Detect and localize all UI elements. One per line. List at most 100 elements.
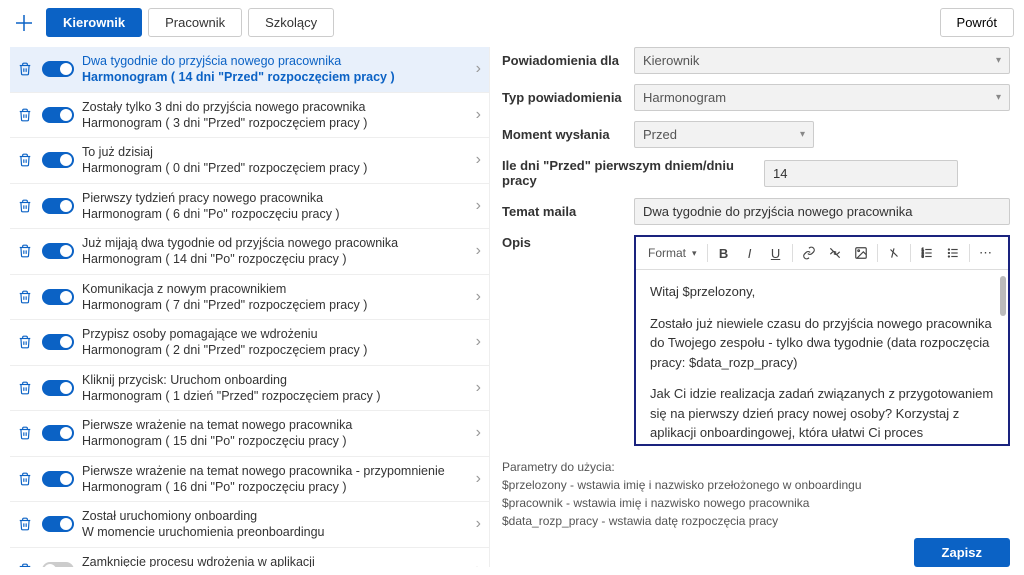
trash-icon[interactable]: [18, 290, 34, 304]
more-icon[interactable]: ⋯: [974, 241, 998, 265]
trash-icon[interactable]: [18, 335, 34, 349]
chevron-right-icon: ›: [476, 151, 481, 169]
enable-toggle[interactable]: [42, 562, 74, 567]
add-button[interactable]: [10, 9, 38, 37]
enable-toggle[interactable]: [42, 289, 74, 305]
notification-title: Już mijają dwa tygodnie od przyjścia now…: [82, 235, 468, 251]
save-button[interactable]: Zapisz: [914, 538, 1010, 567]
enable-toggle[interactable]: [42, 152, 74, 168]
image-icon[interactable]: [849, 241, 873, 265]
type-label: Typ powiadomienia: [502, 90, 622, 105]
notification-text: To już dzisiajHarmonogram ( 0 dni "Przed…: [82, 144, 468, 177]
italic-button[interactable]: I: [738, 241, 762, 265]
trash-icon[interactable]: [18, 199, 34, 213]
editor-toolbar: Format ▾ B I U: [636, 237, 1008, 270]
trash-icon[interactable]: [18, 517, 34, 531]
recipient-label: Powiadomienia dla: [502, 53, 622, 68]
notification-row[interactable]: Zamknięcie procesu wdrożenia w aplikacji…: [10, 548, 489, 568]
chevron-down-icon: ▾: [996, 55, 1001, 66]
trash-icon[interactable]: [18, 563, 34, 567]
list-ordered-icon[interactable]: 123: [915, 241, 939, 265]
notification-row[interactable]: Już mijają dwa tygodnie od przyjścia now…: [10, 229, 489, 275]
moment-label: Moment wysłania: [502, 127, 622, 142]
tab-kierownik[interactable]: Kierownik: [46, 8, 142, 37]
notification-title: Został uruchomiony onboarding: [82, 508, 468, 524]
enable-toggle[interactable]: [42, 471, 74, 487]
trash-icon[interactable]: [18, 426, 34, 440]
notification-subtitle: Harmonogram ( 3 dni "Przed" rozpoczęciem…: [82, 115, 468, 131]
chevron-right-icon: ›: [476, 561, 481, 567]
format-select[interactable]: Format ▾: [642, 244, 703, 262]
bold-button[interactable]: B: [712, 241, 736, 265]
notification-list: Dwa tygodnie do przyjścia nowego pracown…: [10, 47, 490, 567]
editor-paragraph: Jak Ci idzie realizacja zadań związanych…: [650, 384, 994, 444]
notification-row[interactable]: Pierwsze wrażenie na temat nowego pracow…: [10, 411, 489, 457]
notification-title: Pierwszy tydzień pracy nowego pracownika: [82, 190, 468, 206]
notification-subtitle: Harmonogram ( 14 dni "Przed" rozpoczęcie…: [82, 69, 468, 85]
notification-row[interactable]: Pierwsze wrażenie na temat nowego pracow…: [10, 457, 489, 503]
recipient-select[interactable]: Kierownik ▾: [634, 47, 1010, 74]
trash-icon[interactable]: [18, 381, 34, 395]
topbar: KierownikPracownikSzkolący Powrót: [10, 8, 1014, 37]
notification-text: Pierwsze wrażenie na temat nowego pracow…: [82, 463, 468, 496]
list-bullet-icon[interactable]: [941, 241, 965, 265]
moment-select[interactable]: Przed ▾: [634, 121, 814, 148]
unlink-icon[interactable]: [823, 241, 847, 265]
notification-row[interactable]: Pierwszy tydzień pracy nowego pracownika…: [10, 184, 489, 230]
editor-paragraph: Witaj $przelozony,: [650, 282, 994, 302]
link-icon[interactable]: [797, 241, 821, 265]
enable-toggle[interactable]: [42, 61, 74, 77]
notification-subtitle: Harmonogram ( 0 dni "Przed" rozpoczęciem…: [82, 160, 468, 176]
enable-toggle[interactable]: [42, 198, 74, 214]
tab-pracownik[interactable]: Pracownik: [148, 8, 242, 37]
clear-format-icon[interactable]: [882, 241, 906, 265]
subject-input[interactable]: [634, 198, 1010, 225]
editor-paragraph: Zostało już niewiele czasu do przyjścia …: [650, 314, 994, 373]
trash-icon[interactable]: [18, 153, 34, 167]
notification-subtitle: Harmonogram ( 16 dni "Po" rozpoczęciu pr…: [82, 479, 468, 495]
notification-title: Kliknij przycisk: Uruchom onboarding: [82, 372, 468, 388]
underline-button[interactable]: U: [764, 241, 788, 265]
enable-toggle[interactable]: [42, 334, 74, 350]
notification-row[interactable]: Komunikacja z nowym pracownikiemHarmonog…: [10, 275, 489, 321]
notification-row[interactable]: Dwa tygodnie do przyjścia nowego pracown…: [10, 47, 489, 93]
notification-subtitle: Harmonogram ( 6 dni "Po" rozpoczęciu pra…: [82, 206, 468, 222]
type-select[interactable]: Harmonogram ▾: [634, 84, 1010, 111]
rich-text-editor: Format ▾ B I U: [634, 235, 1010, 446]
trash-icon[interactable]: [18, 472, 34, 486]
notification-text: Dwa tygodnie do przyjścia nowego pracown…: [82, 53, 468, 86]
detail-panel: Powiadomienia dla Kierownik ▾ Typ powiad…: [502, 47, 1014, 567]
notification-title: Komunikacja z nowym pracownikiem: [82, 281, 468, 297]
chevron-right-icon: ›: [476, 106, 481, 124]
notification-text: Kliknij przycisk: Uruchom onboardingHarm…: [82, 372, 468, 405]
chevron-down-icon: ▾: [800, 129, 805, 140]
notification-row[interactable]: To już dzisiajHarmonogram ( 0 dni "Przed…: [10, 138, 489, 184]
chevron-right-icon: ›: [476, 242, 481, 260]
trash-icon[interactable]: [18, 108, 34, 122]
chevron-right-icon: ›: [476, 515, 481, 533]
enable-toggle[interactable]: [42, 516, 74, 532]
notification-row[interactable]: Kliknij przycisk: Uruchom onboardingHarm…: [10, 366, 489, 412]
editor-body[interactable]: Witaj $przelozony, Zostało już niewiele c…: [636, 270, 1008, 444]
return-button[interactable]: Powrót: [940, 8, 1014, 37]
enable-toggle[interactable]: [42, 380, 74, 396]
desc-label: Opis: [502, 235, 622, 446]
notification-title: Zostały tylko 3 dni do przyjścia nowego …: [82, 99, 468, 115]
notification-title: Dwa tygodnie do przyjścia nowego pracown…: [82, 53, 468, 69]
notification-text: Zamknięcie procesu wdrożenia w aplikacji…: [82, 554, 468, 568]
subject-label: Temat maila: [502, 204, 622, 219]
notification-row[interactable]: Zostały tylko 3 dni do przyjścia nowego …: [10, 93, 489, 139]
tab-szkolący[interactable]: Szkolący: [248, 8, 334, 37]
trash-icon[interactable]: [18, 244, 34, 258]
chevron-right-icon: ›: [476, 60, 481, 78]
scrollbar-thumb[interactable]: [1000, 276, 1006, 316]
enable-toggle[interactable]: [42, 425, 74, 441]
notification-row[interactable]: Został uruchomiony onboardingW momencie …: [10, 502, 489, 548]
notification-subtitle: Harmonogram ( 15 dni "Po" rozpoczęciu pr…: [82, 433, 468, 449]
days-input[interactable]: [764, 160, 958, 187]
enable-toggle[interactable]: [42, 107, 74, 123]
trash-icon[interactable]: [18, 62, 34, 76]
enable-toggle[interactable]: [42, 243, 74, 259]
notification-row[interactable]: Przypisz osoby pomagające we wdrożeniuHa…: [10, 320, 489, 366]
notification-text: Przypisz osoby pomagające we wdrożeniuHa…: [82, 326, 468, 359]
